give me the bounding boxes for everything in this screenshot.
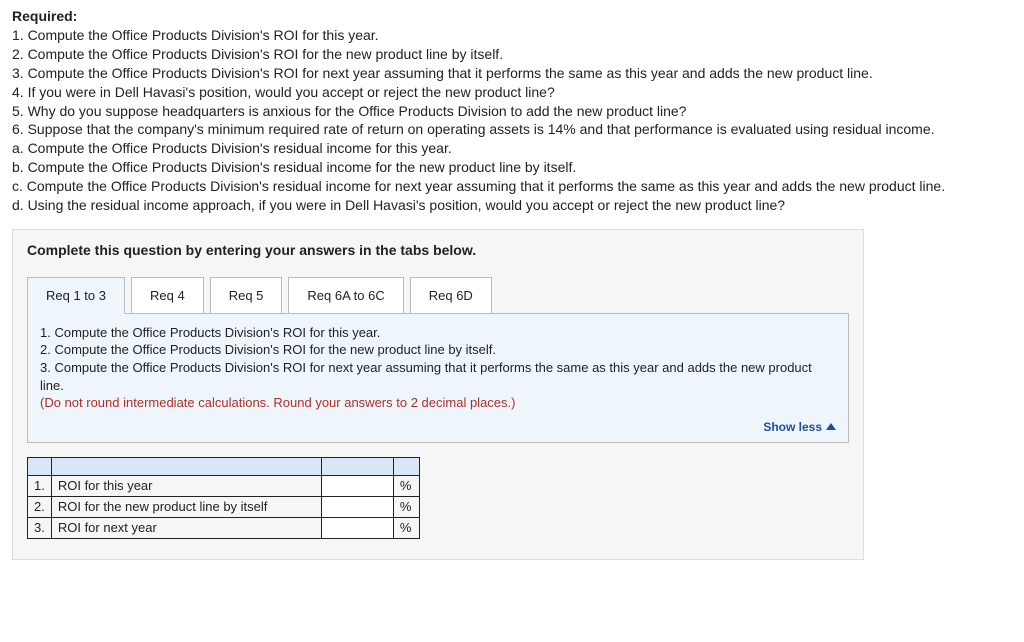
req-item: 1. Compute the Office Products Division'… (12, 26, 1012, 45)
roi-next-year-input[interactable] (328, 520, 387, 536)
table-row: 1. ROI for this year % (28, 475, 420, 496)
rounding-note: (Do not round intermediate calculations.… (40, 394, 836, 412)
tab-req-4[interactable]: Req 4 (131, 277, 204, 314)
table-header-blank (28, 457, 52, 475)
show-less-link[interactable]: Show less (40, 420, 836, 434)
req-item: 4. If you were in Dell Havasi's position… (12, 83, 1012, 102)
req-item: 5. Why do you suppose headquarters is an… (12, 102, 1012, 121)
req-item: 6. Suppose that the company's minimum re… (12, 120, 1012, 139)
tab-content: 1. Compute the Office Products Division'… (27, 313, 849, 443)
row-label: ROI for this year (51, 475, 321, 496)
row-label: ROI for the new product line by itself (51, 496, 321, 517)
row-unit: % (393, 496, 419, 517)
show-less-label: Show less (763, 420, 822, 434)
req-item: a. Compute the Office Products Division'… (12, 139, 1012, 158)
tab-content-line: 3. Compute the Office Products Division'… (40, 359, 836, 394)
roi-input-table: 1. ROI for this year % 2. ROI for the ne… (27, 457, 420, 539)
tab-req-5[interactable]: Req 5 (210, 277, 283, 314)
table-header-blank (393, 457, 419, 475)
table-row: 3. ROI for next year % (28, 517, 420, 538)
table-header-blank (321, 457, 393, 475)
answer-panel: Complete this question by entering your … (12, 229, 864, 560)
tab-req-6a-to-6c[interactable]: Req 6A to 6C (288, 277, 403, 314)
caret-up-icon (826, 423, 836, 430)
row-number: 3. (28, 517, 52, 538)
row-number: 1. (28, 475, 52, 496)
req-item: c. Compute the Office Products Division'… (12, 177, 1012, 196)
roi-new-product-input[interactable] (328, 499, 387, 515)
req-item: d. Using the residual income approach, i… (12, 196, 1012, 215)
table-row: 2. ROI for the new product line by itsel… (28, 496, 420, 517)
tab-content-line: 1. Compute the Office Products Division'… (40, 324, 836, 342)
table-header-blank (51, 457, 321, 475)
tab-req-6d[interactable]: Req 6D (410, 277, 492, 314)
req-item: b. Compute the Office Products Division'… (12, 158, 1012, 177)
row-number: 2. (28, 496, 52, 517)
req-item: 2. Compute the Office Products Division'… (12, 45, 1012, 64)
requirements-list: 1. Compute the Office Products Division'… (12, 26, 1012, 215)
roi-this-year-input[interactable] (328, 478, 387, 494)
panel-instruction: Complete this question by entering your … (27, 242, 849, 258)
tab-content-line: 2. Compute the Office Products Division'… (40, 341, 836, 359)
req-item: 3. Compute the Office Products Division'… (12, 64, 1012, 83)
row-unit: % (393, 517, 419, 538)
tab-req-1-to-3[interactable]: Req 1 to 3 (27, 277, 125, 314)
required-heading: Required: (12, 8, 1012, 24)
row-unit: % (393, 475, 419, 496)
row-label: ROI for next year (51, 517, 321, 538)
tabs-row: Req 1 to 3 Req 4 Req 5 Req 6A to 6C Req … (27, 276, 849, 313)
